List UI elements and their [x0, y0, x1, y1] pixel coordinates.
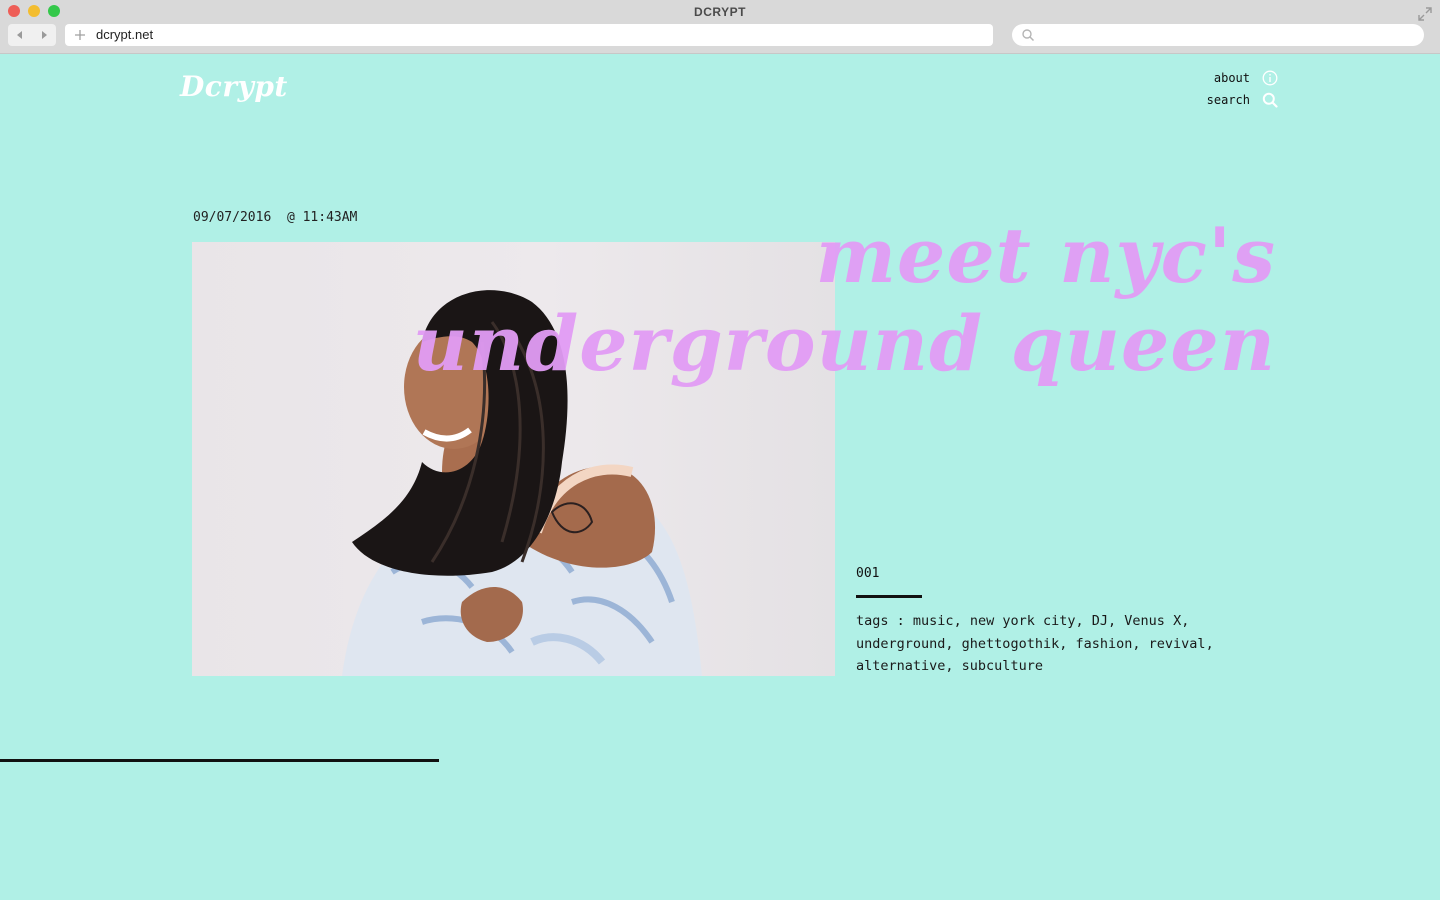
back-button[interactable] — [8, 24, 32, 46]
tag-link[interactable]: fashion — [1075, 636, 1132, 652]
fullscreen-icon[interactable] — [1418, 7, 1432, 21]
tag-link[interactable]: subculture — [962, 658, 1043, 674]
browser-search-field[interactable] — [1012, 24, 1424, 46]
scroll-progress-bar — [0, 759, 1440, 762]
tag-link[interactable]: alternative — [856, 658, 945, 674]
tag-link[interactable]: revival — [1149, 636, 1206, 652]
issue-number: 001 — [856, 566, 880, 581]
issue-divider — [856, 595, 922, 598]
search-icon[interactable] — [1262, 92, 1278, 108]
tag-link[interactable]: new york city — [970, 613, 1076, 629]
tag-link[interactable]: underground — [856, 636, 945, 652]
tags-label: tags : — [856, 613, 905, 629]
tag-link[interactable]: Venus X — [1124, 613, 1181, 629]
article-headline[interactable]: meet nyc's underground queen — [413, 212, 1276, 388]
window-title: DCRYPT — [694, 5, 746, 19]
address-bar[interactable]: dcrypt.net — [65, 24, 993, 46]
tag-link[interactable]: music — [913, 613, 954, 629]
nav-search-label[interactable]: search — [1207, 93, 1250, 107]
url-text[interactable]: dcrypt.net — [96, 27, 153, 42]
headline-line-1[interactable]: meet nyc's — [413, 212, 1276, 300]
browser-chrome: DCRYPT dcrypt.net — [0, 0, 1440, 54]
forward-button[interactable] — [32, 24, 56, 46]
post-datetime: 09/07/2016 @ 11:43AM — [193, 210, 357, 225]
nav-about-label[interactable]: about — [1214, 71, 1250, 85]
scroll-progress-fill — [0, 759, 440, 762]
tag-list: tags : music, new york city, DJ, Venus X… — [856, 613, 1214, 674]
back-arrow-icon — [17, 31, 22, 39]
tag-link[interactable]: ghettogothik — [962, 636, 1060, 652]
top-navigation: about search — [1207, 67, 1278, 111]
post-time: @ 11:43AM — [286, 210, 358, 225]
site-logo[interactable]: Dcrypt — [180, 70, 288, 103]
headline-line-2[interactable]: underground queen — [413, 300, 1276, 388]
nav-item-about[interactable]: about — [1207, 67, 1278, 89]
new-tab-plus-icon[interactable] — [73, 28, 87, 42]
info-icon[interactable] — [1262, 70, 1278, 86]
history-buttons — [8, 24, 56, 46]
post-date: 09/07/2016 — [193, 210, 272, 225]
magnifier-icon — [1022, 29, 1035, 42]
tag-link[interactable]: DJ — [1092, 613, 1108, 629]
forward-arrow-icon — [42, 31, 47, 39]
nav-item-search[interactable]: search — [1207, 89, 1278, 111]
